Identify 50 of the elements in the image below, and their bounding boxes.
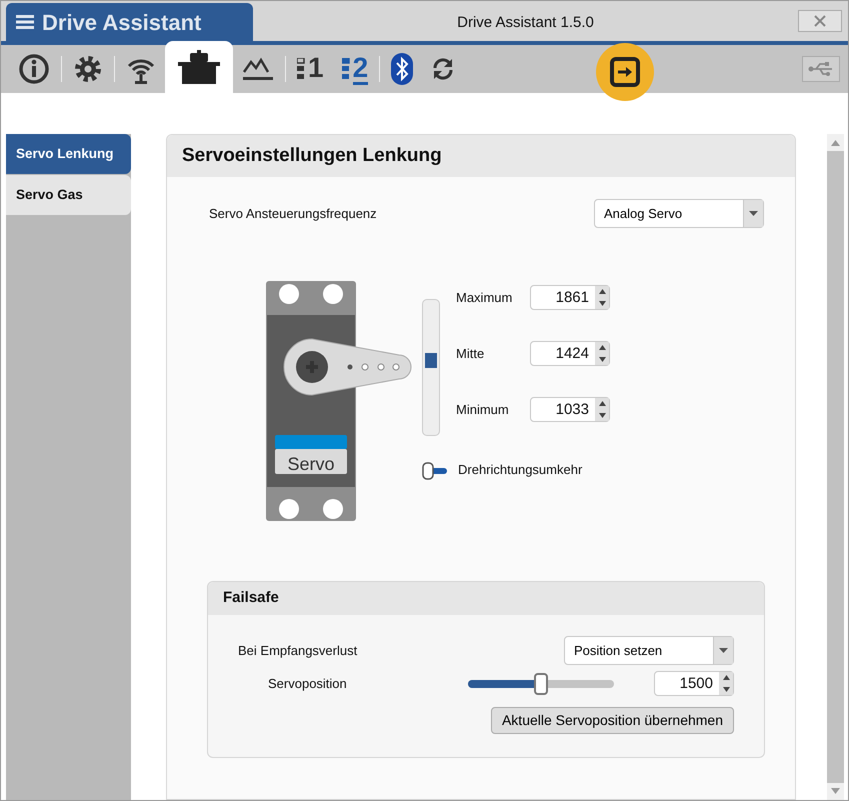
toggle-label: Drehrichtungsumkehr [458, 461, 582, 480]
increment-icon[interactable] [598, 401, 606, 406]
frequency-dropdown[interactable]: Analog Servo [594, 199, 764, 228]
number-field[interactable]: 1861 [530, 285, 610, 310]
close-button[interactable] [798, 10, 842, 32]
list-icon [297, 58, 305, 80]
toolbar-tab[interactable] [165, 41, 233, 93]
field-label: Servo Ansteuerungsfrequenz [209, 204, 378, 223]
exit-icon [610, 57, 640, 87]
field-label: Servoposition [268, 674, 348, 693]
apply-button[interactable]: Aktuelle Servoposition übernehmen [490, 707, 734, 734]
slider-thumb[interactable] [534, 672, 548, 694]
sidebar-item[interactable]: Servo Lenkung [6, 134, 131, 174]
number-field[interactable]: 1424 [530, 341, 610, 366]
field-label: Minimum [456, 400, 510, 419]
increment-icon[interactable] [722, 675, 730, 680]
close-icon [814, 15, 826, 27]
servo-icon [178, 50, 220, 84]
number-field[interactable]: 1033 [530, 397, 610, 422]
field-label: Maximum [456, 288, 514, 307]
failsafe-dropdown[interactable]: Position setzen [564, 636, 734, 665]
app-title: Drive Assistant [42, 8, 202, 36]
servo-drawing: Servo [266, 281, 412, 521]
info-icon [18, 53, 50, 85]
decrement-icon[interactable] [598, 412, 606, 418]
section-title: Failsafe [223, 588, 279, 608]
caret-icon [719, 648, 728, 653]
increment-icon[interactable] [598, 345, 606, 350]
menu-icon[interactable] [16, 14, 34, 30]
list-icon [342, 58, 350, 80]
settings-icon [73, 54, 103, 84]
bluetooth-icon [391, 53, 414, 85]
channel-tab[interactable]: 2 [332, 45, 378, 93]
refresh-icon [431, 57, 456, 81]
decrement-icon[interactable] [722, 686, 730, 692]
caret-icon [749, 211, 758, 216]
window-title: Drive Assistant 1.5.0 [457, 14, 594, 31]
number-field[interactable]: 1500 [654, 671, 734, 696]
sidebar-item[interactable]: Servo Gas [6, 175, 131, 215]
chart-icon [242, 56, 274, 82]
increment-icon[interactable] [598, 289, 606, 294]
channel-tab[interactable]: 1 [288, 45, 333, 93]
panel-title: Servoeinstellungen Lenkung [182, 144, 442, 168]
field-label: Mitte [456, 344, 486, 363]
usb-icon [808, 62, 834, 76]
reverse-toggle[interactable] [422, 460, 448, 480]
decrement-icon[interactable] [598, 356, 606, 362]
field-label: Bei Empfangsverlust [238, 642, 358, 660]
position-slider[interactable] [468, 672, 614, 694]
decrement-icon[interactable] [598, 300, 606, 306]
